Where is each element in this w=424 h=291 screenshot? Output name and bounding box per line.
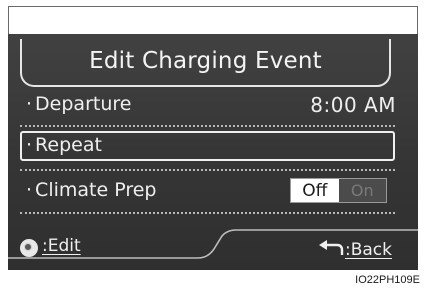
departure-label: Departure — [35, 93, 132, 115]
repeat-label: Repeat — [35, 134, 102, 156]
bullet: · — [26, 134, 33, 156]
figure-code: IO22PH109E — [355, 274, 420, 286]
back-button[interactable]: :Back — [345, 240, 392, 260]
row-divider — [20, 212, 395, 214]
edit-button[interactable]: :Edit — [42, 236, 81, 256]
row-divider — [20, 169, 395, 171]
row-divider — [20, 125, 395, 127]
repeat-row[interactable]: · Repeat — [26, 134, 102, 156]
bullet: · — [26, 93, 33, 115]
page-title: Edit Charging Event — [89, 48, 322, 74]
departure-time-value: 8:00 AM — [310, 93, 396, 117]
climate-prep-label: Climate Prep — [35, 179, 157, 201]
display-screen: Edit Charging Event · Departure 8:00 AM ·… — [8, 34, 418, 270]
toggle-off-option[interactable]: Off — [291, 179, 339, 202]
toggle-on-option[interactable]: On — [338, 179, 386, 202]
departure-row[interactable]: · Departure — [26, 93, 131, 115]
back-arrow-icon — [319, 240, 344, 255]
climate-prep-row[interactable]: · Climate Prep — [26, 179, 156, 201]
bullet: · — [26, 179, 33, 201]
climate-prep-toggle[interactable]: Off On — [290, 178, 387, 203]
title-bar: Edit Charging Event — [20, 39, 391, 87]
dial-knob-icon — [20, 239, 38, 257]
